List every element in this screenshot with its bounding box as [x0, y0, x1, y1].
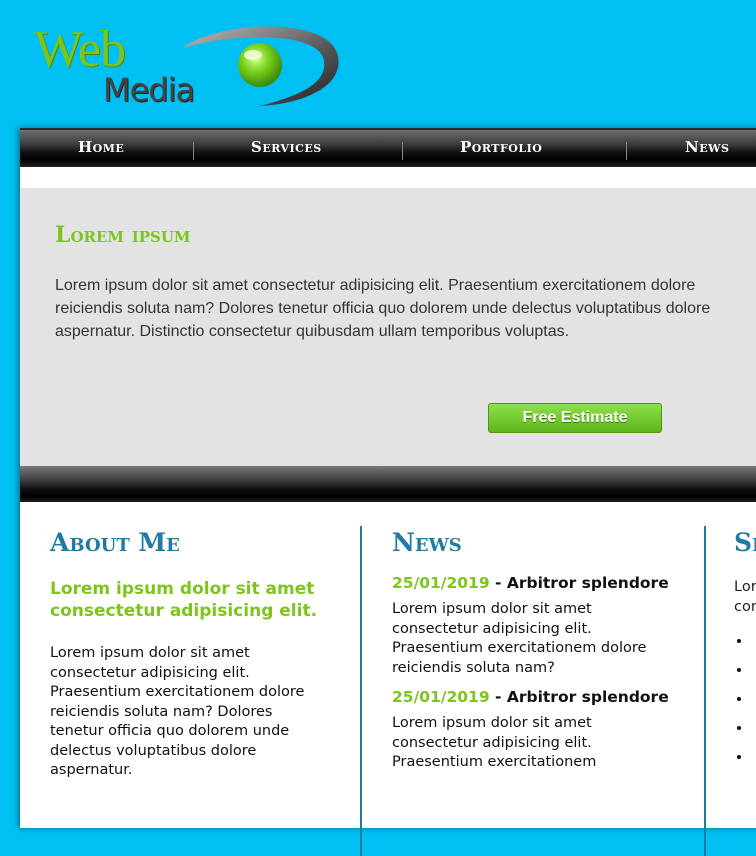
list-item	[752, 743, 756, 772]
about-title: About Me	[50, 528, 180, 557]
services-intro-line: con	[734, 598, 756, 615]
logo[interactable]: Web Media	[30, 20, 350, 115]
nav-item-home[interactable]: Home	[78, 138, 124, 156]
page-panel: Home Services Portfolio News Lorem ipsum…	[20, 128, 756, 856]
nav-item-news[interactable]: News	[685, 138, 729, 156]
hero-section: Lorem ipsum Lorem ipsum dolor sit amet c…	[20, 188, 756, 466]
news-entry-date: 25/01/2019	[392, 688, 490, 706]
about-body: Lorem ipsum dolor sit amet consectetur a…	[50, 645, 305, 778]
list-item	[752, 685, 756, 714]
news-entry-heading[interactable]: 25/01/2019 - Arbitror splendore	[392, 574, 692, 592]
news-entry-heading[interactable]: 25/01/2019 - Arbitror splendore	[392, 688, 692, 706]
nav-item-services[interactable]: Services	[251, 138, 322, 156]
about-lead: Lorem ipsum dolor sit amet consectetur a…	[50, 579, 318, 621]
nav-separator	[193, 142, 194, 160]
services-intro: Lor con	[734, 578, 756, 617]
services-column: Se Lor con	[734, 526, 756, 772]
news-entry-body: Lorem ipsum dolor sit amet consectetur a…	[392, 601, 647, 676]
column-divider	[704, 526, 706, 856]
services-list	[734, 627, 756, 772]
news-entry-date: 25/01/2019	[392, 574, 490, 592]
main-nav: Home Services Portfolio News	[20, 128, 756, 167]
nav-item-portfolio[interactable]: Portfolio	[460, 138, 542, 156]
news-entry-body: Lorem ipsum dolor sit amet consectetur a…	[392, 715, 597, 770]
services-title: Se	[734, 528, 756, 557]
section-divider-bar	[20, 466, 756, 502]
nav-separator	[626, 142, 627, 160]
list-item	[752, 656, 756, 685]
hero-text: Lorem ipsum dolor sit amet consectetur a…	[55, 277, 711, 340]
eye-logo-icon	[182, 26, 339, 107]
news-title: News	[392, 528, 462, 557]
list-item	[752, 627, 756, 656]
news-entry-headline: Arbitror splendore	[506, 688, 669, 706]
column-divider	[360, 526, 362, 856]
hero-title: Lorem ipsum	[55, 222, 191, 248]
free-estimate-button[interactable]: Free Estimate	[488, 403, 662, 433]
news-column: News 25/01/2019 - Arbitror splendore Lor…	[392, 526, 706, 856]
news-entry-headline: Arbitror splendore	[506, 574, 669, 592]
services-intro-line: Lor	[734, 579, 756, 595]
list-item	[752, 714, 756, 743]
nav-separator	[402, 142, 403, 160]
logo-word-web: Web	[34, 21, 126, 78]
about-column: About Me Lorem ipsum dolor sit amet cons…	[50, 526, 362, 856]
